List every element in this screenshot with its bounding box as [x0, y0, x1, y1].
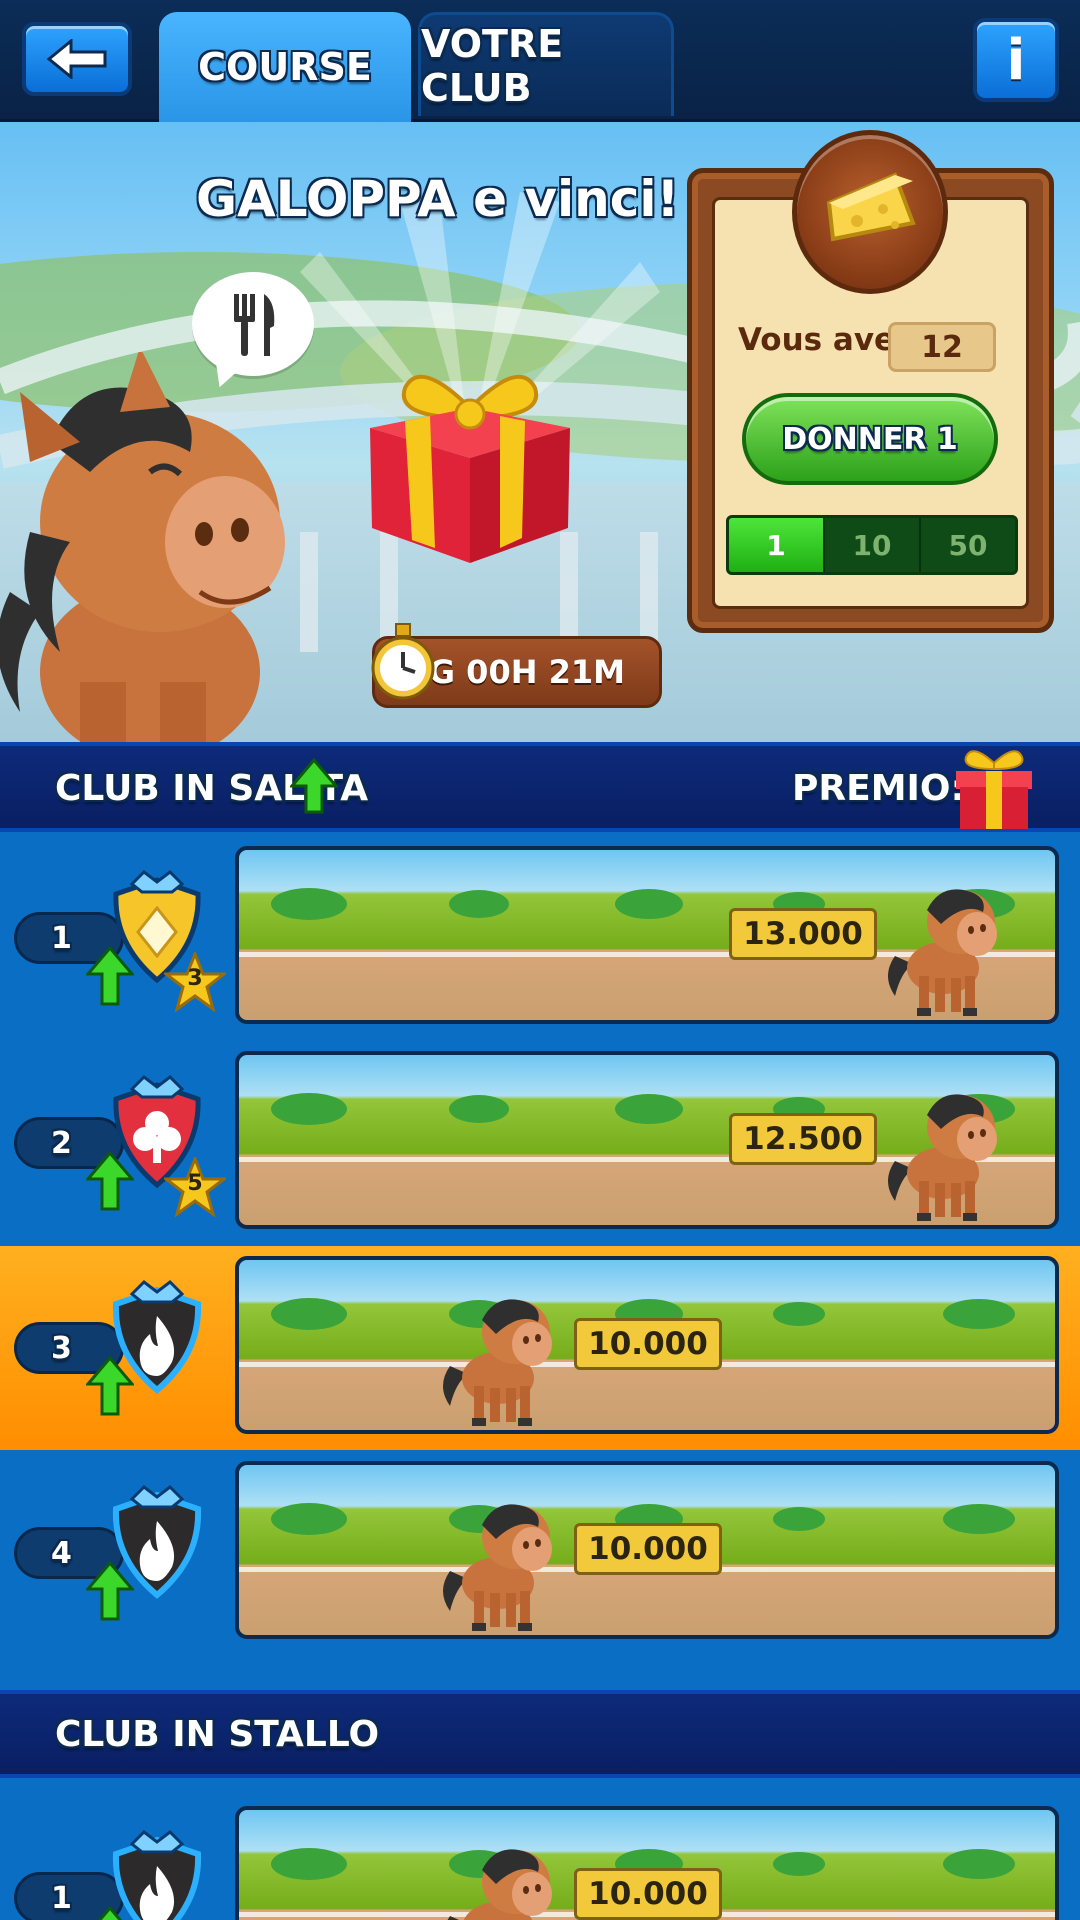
info-icon: i: [1006, 27, 1026, 93]
stalled-club-row-1[interactable]: 1 10.000: [0, 1796, 1080, 1920]
race-track: 10.000: [235, 1256, 1059, 1434]
stopwatch-icon: [371, 623, 435, 700]
arrow-up-icon: [86, 1905, 134, 1920]
rising-club-row-3[interactable]: 3 10.000: [0, 1246, 1080, 1450]
gift-icon: [370, 374, 570, 563]
stalled-section-header: CLUB IN STALLO: [0, 1690, 1080, 1778]
quantity-option-50[interactable]: 50: [921, 518, 1015, 572]
quantity-option-1[interactable]: 1: [729, 518, 825, 572]
back-button[interactable]: [22, 22, 132, 96]
tab-course[interactable]: COURSE: [159, 12, 411, 122]
club-score: 12.500: [729, 1113, 877, 1165]
star-level-number: 5: [187, 1171, 203, 1196]
rising-club-row-1[interactable]: 1 3 13.000: [0, 836, 1080, 1040]
club-score: 10.000: [574, 1523, 722, 1575]
horse-runner: [887, 1081, 1007, 1221]
rising-club-row-2[interactable]: 2 5 12.500: [0, 1041, 1080, 1245]
star-level-number: 3: [187, 966, 203, 991]
cheese-coin: [792, 130, 948, 294]
prize-gift-icon: [956, 750, 1032, 829]
horse-runner: [442, 1836, 562, 1920]
donate-button[interactable]: DONNER 1: [742, 393, 998, 485]
arrow-up-icon: [290, 758, 338, 814]
top-bar: COURSE VOTRE CLUB i: [0, 0, 1080, 122]
star-level-badge: 3: [161, 949, 229, 1013]
horse-runner: [442, 1286, 562, 1426]
race-track: 10.000: [235, 1461, 1059, 1639]
horse-mascot: [0, 352, 285, 742]
donate-button-label: DONNER 1: [782, 421, 958, 457]
event-title: GALOPPA e vinci!: [196, 170, 680, 228]
club-score: 13.000: [729, 908, 877, 960]
race-track: 13.000: [235, 846, 1059, 1024]
club-score: 10.000: [574, 1868, 722, 1920]
you-have-value: 12: [888, 322, 996, 372]
stalled-section-title: CLUB IN STALLO: [55, 1714, 380, 1755]
rising-club-row-4[interactable]: 4 10.000: [0, 1451, 1080, 1655]
info-button[interactable]: i: [973, 18, 1059, 102]
quantity-selector: 1 10 50: [726, 515, 1018, 575]
arrow-up-icon: [84, 1150, 136, 1211]
arrow-up-icon: [84, 1355, 136, 1416]
horse-runner: [887, 876, 1007, 1016]
club-score: 10.000: [574, 1318, 722, 1370]
rising-section-header: CLUB IN SALITA PREMIO:: [0, 742, 1080, 832]
race-track: 12.500: [235, 1051, 1059, 1229]
arrow-left-icon: [46, 39, 107, 79]
horse-runner: [442, 1491, 562, 1631]
race-track: 10.000: [235, 1806, 1059, 1920]
arrow-up-icon: [84, 1560, 136, 1621]
star-level-badge: 5: [161, 1154, 229, 1218]
cheese-icon: [826, 172, 916, 242]
arrow-up-icon: [84, 945, 136, 1006]
quantity-option-10[interactable]: 10: [825, 518, 921, 572]
prize-label: PREMIO:: [792, 768, 965, 809]
tab-votre-club[interactable]: VOTRE CLUB: [418, 12, 674, 116]
